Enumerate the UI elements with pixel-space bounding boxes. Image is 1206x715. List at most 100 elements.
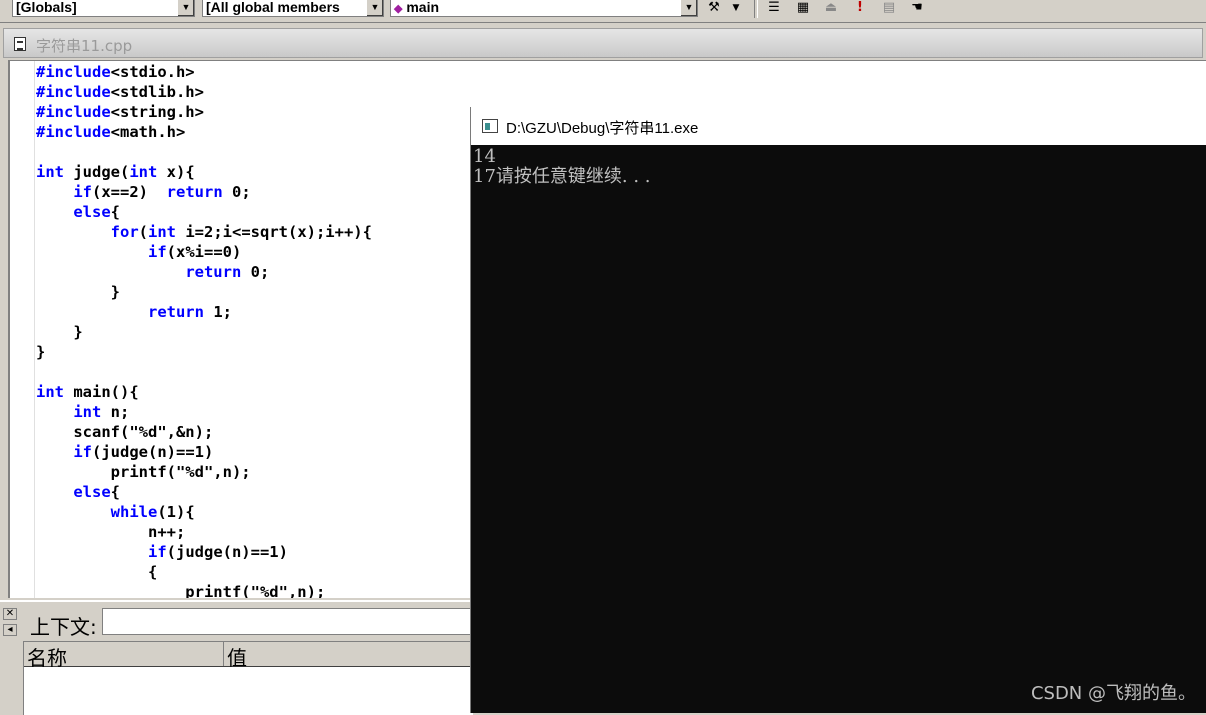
code-token: n; [101,403,130,421]
console-titlebar[interactable]: D:\GZU\Debug\字符串11.exe [471,107,1206,145]
code-keyword: return [166,183,223,201]
variables-grid[interactable]: 名称 值 [23,641,473,715]
members-combo[interactable]: [All global members ▼ [202,0,384,17]
code-keyword: #include [36,83,111,101]
code-line[interactable]: int n; [36,402,372,422]
code-token: { [110,483,120,501]
code-keyword: if [147,243,167,261]
scope-combo-value: [Globals] [16,0,77,15]
console-output: 14 17请按任意键继续. . . [473,147,651,187]
column-header-value[interactable]: 值 [224,642,474,670]
code-line[interactable]: int judge(int x){ [36,162,372,182]
code-keyword: int [73,403,102,421]
code-token: } [36,283,120,301]
code-line[interactable] [36,362,372,382]
function-combo-value: main [406,0,440,15]
code-token: 0; [222,183,251,201]
members-dropdown-button[interactable]: ▼ [366,0,383,16]
execute-icon[interactable]: ! [850,0,870,18]
code-line[interactable]: #include<stdlib.h> [36,82,372,102]
column-header-name[interactable]: 名称 [24,642,224,670]
code-line[interactable]: return 0; [36,262,372,282]
editor-gutter [10,61,35,598]
editor-title: 字符串11.cpp [36,37,133,55]
code-token: judge( [64,163,130,181]
compile-icon[interactable]: ☰ [764,0,784,18]
code-keyword: int [148,223,176,241]
code-line[interactable]: if(x==2) return 0; [36,182,372,202]
code-keyword: if [73,443,92,461]
code-token: scanf("%d",&n); [36,423,214,441]
scope-dropdown-button[interactable]: ▼ [177,0,194,16]
cpp-file-icon [14,37,26,51]
code-line[interactable]: } [36,282,372,302]
function-dropdown-button[interactable]: ▼ [680,0,697,16]
code-line[interactable]: } [36,342,372,362]
code-line[interactable]: #include<stdio.h> [36,62,372,82]
code-token: i=2;i<=sqrt(x);i++){ [176,223,372,241]
code-keyword: else [73,483,111,501]
hand-go-icon[interactable]: ☚ [907,0,927,18]
code-line[interactable]: { [36,562,372,582]
stop-build-icon[interactable]: ⏏ [821,0,841,18]
code-keyword: for [110,223,139,241]
context-dropdown[interactable] [102,608,472,635]
insert-breakpoint-icon[interactable]: ▤ [879,0,899,18]
code-token: 0; [241,263,270,281]
code-line[interactable]: int main(){ [36,382,372,402]
code-line[interactable]: for(int i=2;i<=sqrt(x);i++){ [36,222,372,242]
code-line[interactable]: if(judge(n)==1) [36,542,372,562]
code-line[interactable]: printf("%d",n); [36,582,372,598]
code-token: ( [138,223,148,241]
code-line[interactable]: return 1; [36,302,372,322]
code-token: printf("%d",n); [36,463,251,481]
code-keyword: if [147,543,167,561]
wizard-action-dropdown-icon[interactable]: ▼ [726,0,746,18]
code-line[interactable]: else{ [36,202,372,222]
context-label: 上下文: [30,615,97,639]
code-token: (x%i==0) [166,243,242,261]
code-line[interactable]: else{ [36,482,372,502]
code-keyword: int [129,163,158,181]
build-icon[interactable]: ▦ [793,0,813,18]
close-panel-icon[interactable]: ✕ [3,608,17,620]
source-code[interactable]: #include<stdio.h> #include<stdlib.h> #incl… [36,62,372,598]
wizard-action-icon[interactable]: ⚒ [704,0,724,18]
console-output-area[interactable]: 14 17请按任意键继续. . . [471,145,1206,713]
code-token: } [36,323,83,341]
watermark: CSDN @飞翔的鱼。 [1030,683,1196,704]
code-line[interactable] [36,142,372,162]
function-combo[interactable]: ◆ main ▼ [390,0,698,17]
code-line[interactable]: scanf("%d",&n); [36,422,372,442]
console-window[interactable]: D:\GZU\Debug\字符串11.exe 14 17请按任意键继续. . .… [470,107,1206,713]
code-token: <stdio.h> [110,63,195,81]
scope-combo[interactable]: [Globals] ▼ [12,0,195,17]
code-keyword: #include [36,123,111,141]
code-line[interactable]: while(1){ [36,502,372,522]
code-line[interactable]: if(x%i==0) [36,242,372,262]
code-line[interactable]: #include<math.h> [36,122,372,142]
code-line[interactable]: } [36,322,372,342]
code-token: } [36,343,46,361]
code-token: { [110,203,120,221]
code-line[interactable]: #include<string.h> [36,102,372,122]
code-keyword: while [110,503,158,521]
code-token: main(){ [64,383,139,401]
code-line[interactable]: n++; [36,522,372,542]
function-icon: ◆ [394,3,403,15]
code-line[interactable]: printf("%d",n); [36,462,372,482]
collapse-panel-icon[interactable]: ◂ [3,624,17,636]
toolbar: [Globals] ▼ [All global members ▼ ◆ main… [0,0,1206,23]
code-token: <string.h> [110,103,204,121]
code-line[interactable]: if(judge(n)==1) [36,442,372,462]
